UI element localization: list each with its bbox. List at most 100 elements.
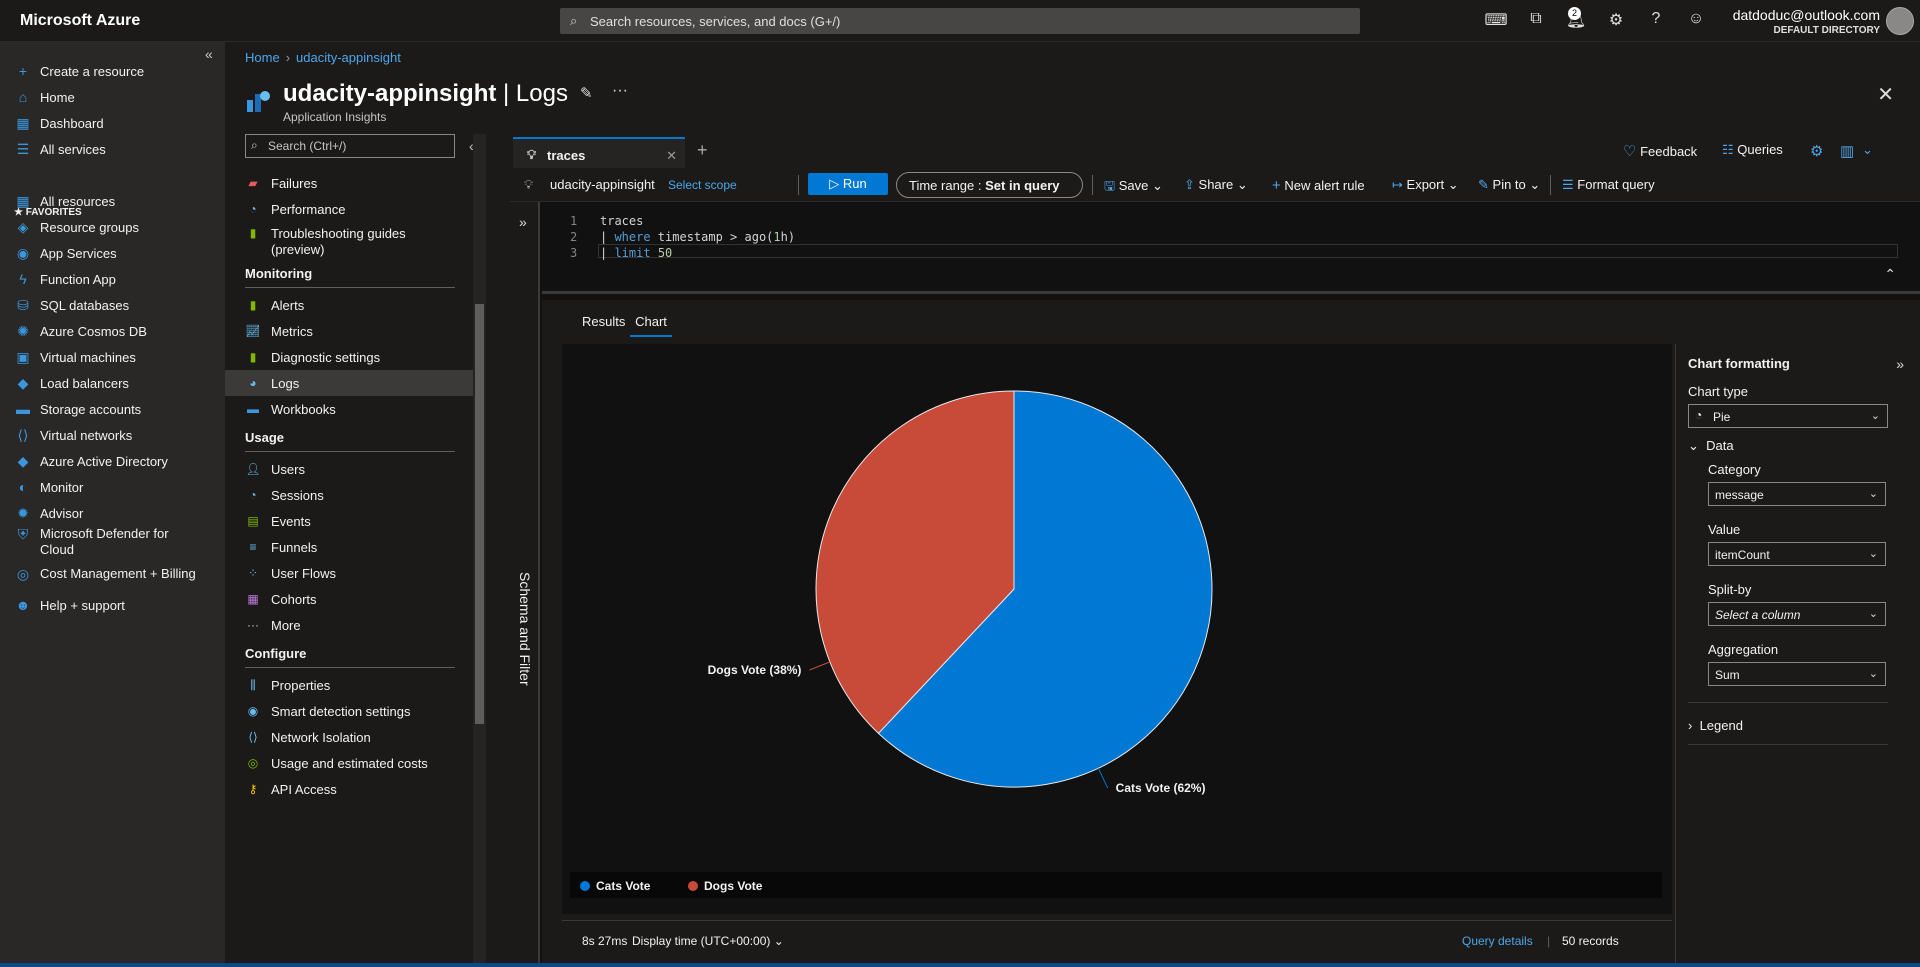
- cloud-shell-icon[interactable]: ⌨: [1476, 10, 1516, 30]
- menu-item-troubleshooting[interactable]: ▮ Troubleshooting guides (preview): [225, 222, 473, 258]
- query-tab[interactable]: 💡︎ traces ✕: [513, 137, 685, 168]
- scrollbar-thumb[interactable]: [475, 304, 484, 724]
- nav-item-all-services[interactable]: ☰ All services: [14, 136, 219, 162]
- plus-icon: +: [1272, 177, 1281, 194]
- format-query-button[interactable]: ☰ Format query: [1562, 177, 1655, 193]
- nav-item-virtual-networks[interactable]: ⟨⟩ Virtual networks: [14, 422, 219, 448]
- menu-item-diagnostic-settings[interactable]: ▮ Diagnostic settings: [225, 344, 473, 370]
- resource-menu-search-input[interactable]: ⌕ Search (Ctrl+/): [245, 134, 455, 158]
- feedback-button[interactable]: ♡ Feedback: [1623, 142, 1697, 160]
- expand-chevron-icon[interactable]: »: [519, 214, 527, 230]
- nav-item-azure-active-directory[interactable]: ◆ Azure Active Directory: [14, 448, 219, 474]
- nav-item-label: Load balancers: [40, 375, 129, 391]
- new-tab-plus-icon[interactable]: +: [697, 140, 708, 161]
- resource-menu-scrollbar[interactable]: [473, 134, 486, 964]
- advisor-icon: ✹: [17, 505, 29, 521]
- close-blade-icon[interactable]: ✕: [1877, 82, 1894, 107]
- menu-item-usage-and-estimated-costs[interactable]: ◎ Usage and estimated costs: [225, 750, 473, 776]
- nav-item-dashboard[interactable]: ▦ Dashboard: [14, 110, 219, 136]
- nav-item-load-balancers[interactable]: ◆ Load balancers: [14, 370, 219, 396]
- nav-item-app-services[interactable]: ◉ App Services: [14, 240, 219, 266]
- category-select[interactable]: message ⌄: [1708, 482, 1886, 506]
- menu-item-users[interactable]: 👤︎ Users: [225, 456, 473, 482]
- nav-item-storage-accounts[interactable]: ▬ Storage accounts: [14, 396, 219, 422]
- menu-item-properties[interactable]: ⫼ Properties: [225, 672, 473, 698]
- feedback-icon[interactable]: ☺: [1676, 10, 1716, 30]
- legend-item-cats[interactable]: Cats Vote: [580, 879, 650, 893]
- nav-item-azure-cosmos-db[interactable]: ✺ Azure Cosmos DB: [14, 318, 219, 344]
- menu-item-logs[interactable]: ◕ Logs: [225, 370, 473, 396]
- breadcrumb-home[interactable]: Home: [245, 50, 280, 65]
- nav-item-help-support[interactable]: ☻ Help + support: [14, 592, 219, 618]
- value-select[interactable]: itemCount ⌄: [1708, 542, 1886, 566]
- collapse-editor-chevron-icon[interactable]: ⌃: [1884, 266, 1896, 283]
- nav-item-virtual-machines[interactable]: ▣ Virtual machines: [14, 344, 219, 370]
- menu-item-user-flows[interactable]: ⁘ User Flows: [225, 560, 473, 586]
- logs-icon: ◕: [249, 376, 257, 390]
- code-line-1: traces: [600, 214, 643, 228]
- directory-filter-icon[interactable]: ⧉: [1516, 10, 1556, 30]
- legend-section-toggle[interactable]: › Legend: [1688, 718, 1743, 733]
- settings-gear-icon[interactable]: ⚙: [1810, 142, 1823, 160]
- nav-item-home[interactable]: ⌂ Home: [14, 84, 219, 110]
- nav-item-function-app[interactable]: ϟ Function App: [14, 266, 219, 292]
- data-section-toggle[interactable]: ⌄ Data: [1688, 438, 1734, 454]
- pin-icon[interactable]: ✎: [580, 84, 593, 102]
- nav-item-advisor[interactable]: ✹ Advisor: [14, 500, 219, 526]
- avatar[interactable]: [1886, 7, 1914, 35]
- layout-toggle-icon[interactable]: ▥: [1840, 142, 1854, 160]
- chevron-down-icon[interactable]: ⌄: [1862, 142, 1873, 158]
- menu-item-workbooks[interactable]: ▬ Workbooks: [225, 396, 473, 422]
- pin-to-button[interactable]: ✎ Pin to ⌄: [1478, 177, 1540, 193]
- save-button[interactable]: 🖫︎ Save ⌄: [1104, 177, 1163, 199]
- legend-item-dogs[interactable]: Dogs Vote: [688, 879, 762, 893]
- menu-item-network-isolation[interactable]: ⟨⟩ Network Isolation: [225, 724, 473, 750]
- menu-item-metrics[interactable]: 📈︎ Metrics: [225, 318, 473, 344]
- menu-item-events[interactable]: ▤ Events: [225, 508, 473, 534]
- menu-item-more[interactable]: ··· More: [225, 612, 473, 638]
- display-time-dropdown[interactable]: Display time (UTC+00:00) ⌄: [632, 934, 784, 948]
- help-icon[interactable]: ?: [1636, 10, 1676, 30]
- account-menu[interactable]: datdoduc@outlook.com DEFAULT DIRECTORY: [1733, 7, 1880, 36]
- export-button[interactable]: ↦ Export ⌄: [1392, 177, 1459, 193]
- menu-item-label: Logs: [271, 375, 300, 391]
- query-details-link[interactable]: Query details: [1462, 934, 1533, 948]
- schema-filter-pane[interactable]: » Schema and Filter: [510, 202, 540, 967]
- new-alert-rule-button[interactable]: + New alert rule: [1272, 177, 1365, 194]
- settings-gear-icon[interactable]: ⚙: [1596, 10, 1636, 30]
- time-range-picker[interactable]: Time range : Set in query: [896, 172, 1083, 198]
- menu-item-alerts[interactable]: ▮ Alerts: [225, 292, 473, 318]
- menu-item-api-access[interactable]: ⚷ API Access: [225, 776, 473, 802]
- select-scope-link[interactable]: Select scope: [668, 178, 737, 192]
- notification-count-badge: 2: [1568, 7, 1581, 20]
- share-button[interactable]: ⇪ Share ⌄: [1184, 177, 1248, 193]
- menu-item-failures[interactable]: ▰ Failures: [225, 170, 473, 196]
- menu-item-smart-detection-settings[interactable]: ◉ Smart detection settings: [225, 698, 473, 724]
- queries-button[interactable]: ☷ Queries: [1722, 142, 1783, 158]
- menu-item-sessions[interactable]: ◔ Sessions: [225, 482, 473, 508]
- nav-item-microsoft-defender-for-cloud[interactable]: ⛨ Microsoft Defender for Cloud: [14, 526, 219, 562]
- menu-item-cohorts[interactable]: ▦ Cohorts: [225, 586, 473, 612]
- bottom-edge: [0, 963, 1920, 967]
- breadcrumb-resource[interactable]: udacity-appinsight: [296, 50, 401, 65]
- collapse-panel-chevron-icon[interactable]: »: [1896, 356, 1904, 372]
- tab-results[interactable]: Results: [582, 314, 625, 329]
- nav-item-sql-databases[interactable]: ⛁ SQL databases: [14, 292, 219, 318]
- menu-item-performance[interactable]: ◔ Performance: [225, 196, 473, 222]
- aggregation-select[interactable]: Sum ⌄: [1708, 662, 1886, 686]
- more-options-icon[interactable]: ···: [612, 82, 628, 100]
- query-editor[interactable]: 1 2 3 traces | where timestamp > ago(1h)…: [542, 202, 1920, 294]
- nav-item-create-a-resource[interactable]: + Create a resource: [14, 58, 219, 84]
- dashboard-icon: ▦: [16, 115, 30, 131]
- chevron-down-icon: ⌄: [1151, 178, 1163, 193]
- tab-chart[interactable]: Chart: [630, 314, 672, 337]
- chevron-right-icon: ›: [1688, 718, 1693, 733]
- nav-item-monitor[interactable]: ◐ Monitor: [14, 474, 219, 500]
- global-search-input[interactable]: ⌕ Search resources, services, and docs (…: [560, 8, 1360, 34]
- close-tab-icon[interactable]: ✕: [666, 148, 677, 164]
- run-button[interactable]: ▷ Run: [808, 173, 888, 195]
- azure-brand[interactable]: Microsoft Azure: [20, 12, 140, 30]
- menu-item-funnels[interactable]: ≡ Funnels: [225, 534, 473, 560]
- chart-type-select[interactable]: ◔ Pie ⌄: [1688, 404, 1888, 428]
- split-by-select[interactable]: Select a column ⌄: [1708, 602, 1886, 626]
